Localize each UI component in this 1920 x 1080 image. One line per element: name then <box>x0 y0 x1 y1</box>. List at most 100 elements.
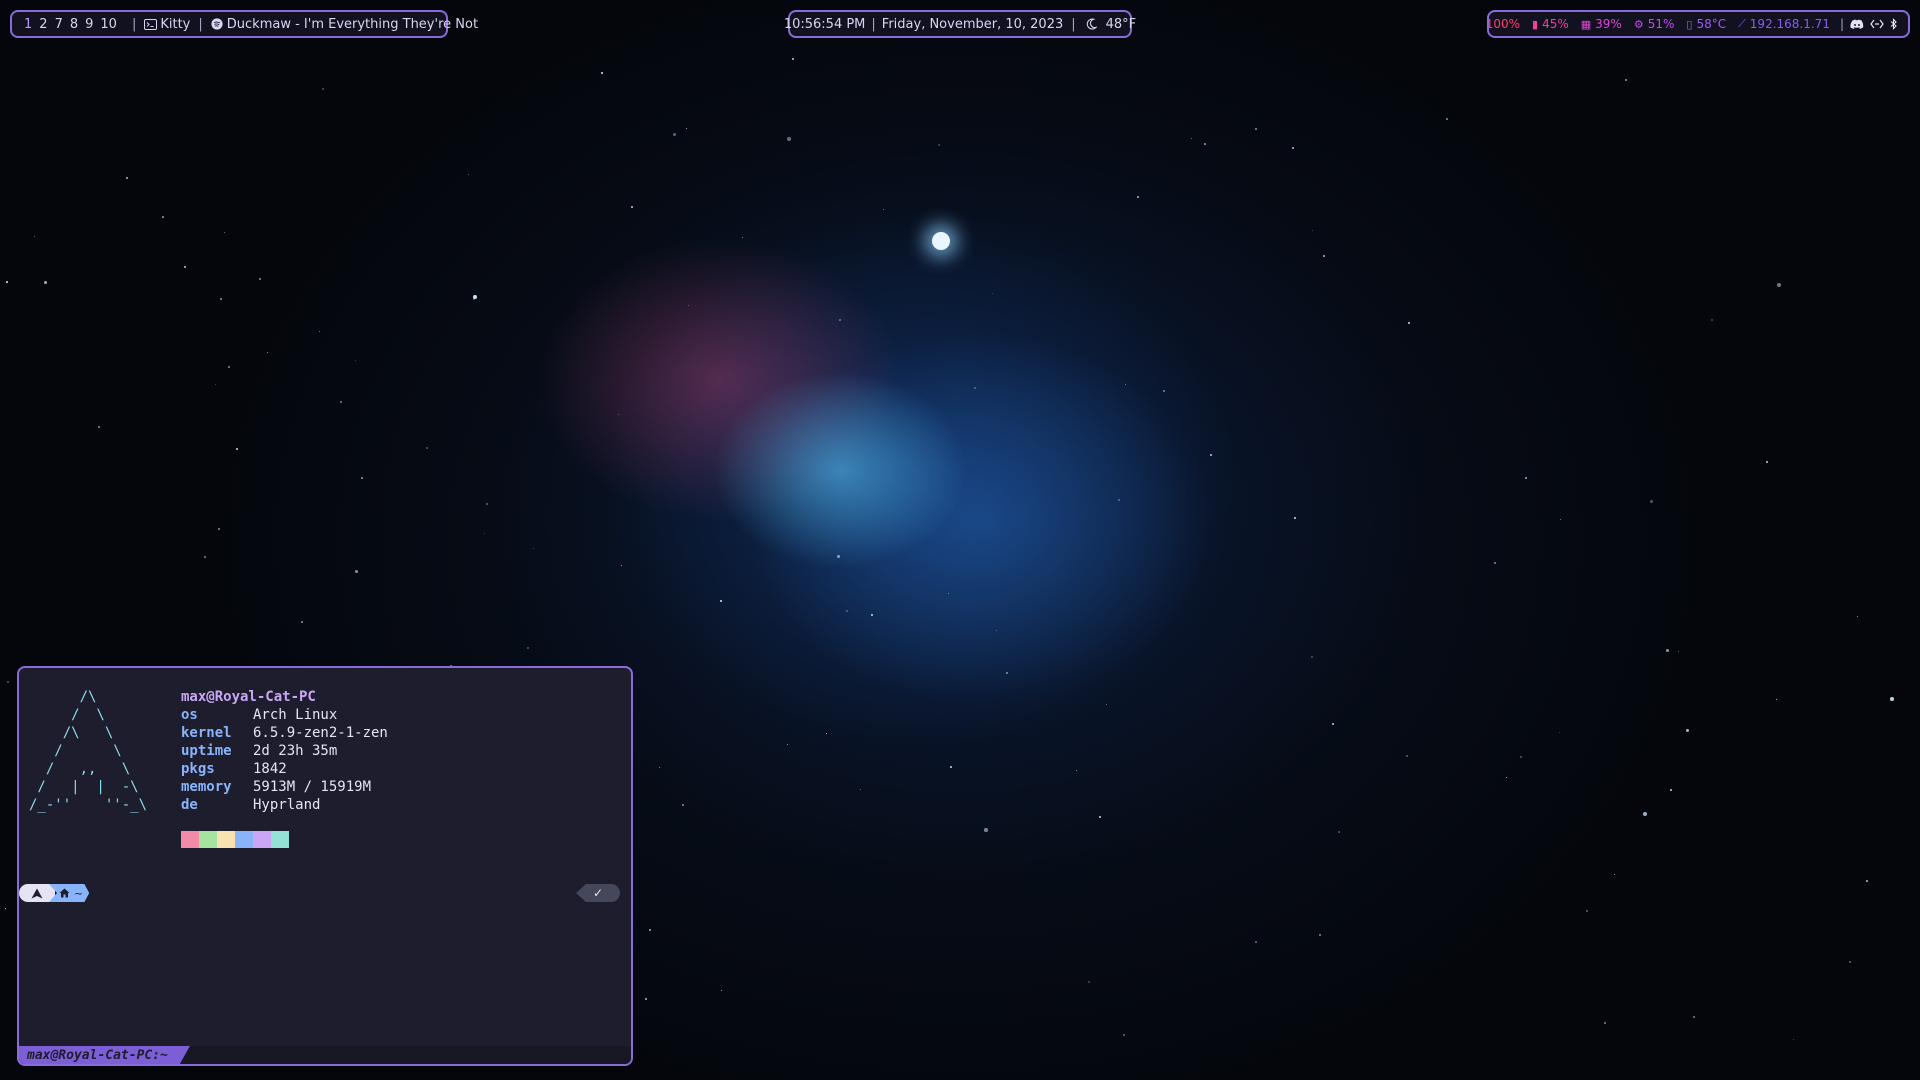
palette-swatch <box>199 831 217 848</box>
memory-value: 39% <box>1595 17 1622 31</box>
workspace-button[interactable]: 9 <box>85 17 93 32</box>
clock-date: Friday, November, 10, 2023 <box>881 16 1064 32</box>
star <box>355 570 358 573</box>
workspace-module: 1 2 7 8 9 10 | Kitty | Duckmaw - I'm Everythi… <box>10 10 478 38</box>
color-palette <box>181 831 289 848</box>
palette-swatch <box>253 831 271 848</box>
prompt-path: ~ <box>74 886 84 900</box>
spotify-icon <box>211 18 223 30</box>
star <box>673 133 676 136</box>
star <box>860 789 861 790</box>
star <box>1338 831 1340 833</box>
moon-icon <box>1086 18 1097 30</box>
fetch-rows: os Arch Linux kernel 6.5.9-zen2-1-zen uptime… <box>181 706 388 814</box>
battery-value: 45% <box>1542 17 1569 31</box>
star <box>1191 138 1192 139</box>
star <box>1586 910 1588 912</box>
workspace-button[interactable]: 8 <box>70 17 78 32</box>
star <box>486 503 488 505</box>
discord-icon[interactable] <box>1850 19 1864 30</box>
battery-icon: ▮ <box>1532 17 1539 31</box>
prompt-path-segment: ~ <box>49 884 90 902</box>
star <box>649 929 651 931</box>
star <box>720 600 722 602</box>
workspace-button[interactable]: 10 <box>100 17 117 32</box>
fetch-value: Arch Linux <box>253 707 338 723</box>
star <box>259 278 261 280</box>
arch-logo-ascii: /\ / \ /\ \ / \ / ,, \ / | | -\ /_-'' ''… <box>29 689 148 813</box>
media-title[interactable]: Duckmaw - I'm Everything They're Not <box>227 17 478 32</box>
star <box>126 177 128 179</box>
system-stats-module: 100% ▮ 45% ▦ 39% ⚙ 51% ▯ 58°C ⟋ 192.168.… <box>1486 10 1910 38</box>
fetch-row: os Arch Linux <box>181 706 388 724</box>
home-icon <box>59 888 70 898</box>
star <box>1099 816 1101 818</box>
network-stat[interactable]: ⟋ 192.168.1.71 <box>1738 17 1830 31</box>
fetch-host: max@Royal-Cat-PC <box>181 689 316 705</box>
star <box>220 298 222 300</box>
star <box>7 681 9 683</box>
bright-star <box>932 232 950 250</box>
memory-stat: ▦ 39% <box>1581 17 1622 31</box>
separator: | <box>131 16 137 32</box>
star <box>682 804 684 806</box>
workspace-button[interactable]: 1 <box>24 17 32 32</box>
fetch-value: 6.5.9-zen2-1-zen <box>253 725 388 741</box>
volume-stat[interactable]: 100% <box>1486 17 1520 31</box>
clock-time: 10:56:54 PM <box>783 16 866 32</box>
star <box>792 58 794 60</box>
workspace-button[interactable]: 2 <box>39 17 47 32</box>
network-icon: ⟋ <box>1738 17 1746 30</box>
workspace-button[interactable]: 7 <box>55 17 63 32</box>
star <box>44 281 47 284</box>
ip-value: 192.168.1.71 <box>1749 17 1830 31</box>
fetch-row: uptime 2d 23h 35m <box>181 742 388 760</box>
star <box>950 766 952 768</box>
star <box>6 281 8 283</box>
star <box>228 366 230 368</box>
fetch-row: kernel 6.5.9-zen2-1-zen <box>181 724 388 742</box>
fetch-value: 5913M / 15919M <box>253 779 372 795</box>
separator: | <box>1839 17 1844 31</box>
palette-swatch <box>271 831 289 848</box>
terminal-window[interactable]: /\ / \ /\ \ / \ / ,, \ / | | -\ /_-'' ''… <box>17 666 633 1066</box>
fetch-key: pkgs <box>181 761 215 777</box>
palette-swatch <box>181 831 199 848</box>
thermometer-icon: ▯ <box>1686 17 1693 31</box>
fetch-row: memory 5913M / 15919M <box>181 778 388 796</box>
terminal-tab[interactable]: max@Royal-Cat-PC:~ <box>19 1046 190 1064</box>
star <box>1408 322 1411 325</box>
arch-icon <box>19 884 55 902</box>
star <box>974 387 976 389</box>
star <box>301 621 303 623</box>
star <box>601 72 603 74</box>
fetch-row: de Hyprland <box>181 796 388 814</box>
star <box>1255 941 1257 943</box>
fetch-info: max@Royal-Cat-PC os Arch Linux kernel 6.5.9… <box>181 688 388 814</box>
code-icon[interactable] <box>1870 19 1884 29</box>
fetch-row: pkgs 1842 <box>181 760 388 778</box>
active-window-title[interactable]: Kitty <box>160 17 190 32</box>
star <box>1890 697 1894 701</box>
volume-value: 100% <box>1485 17 1521 31</box>
palette-swatch <box>235 831 253 848</box>
star <box>1693 1016 1695 1018</box>
fetch-key: memory <box>181 779 232 795</box>
star <box>1118 499 1120 501</box>
memory-icon: ▦ <box>1580 17 1592 31</box>
palette-swatch <box>217 831 235 848</box>
star <box>426 447 428 449</box>
fetch-value: Hyprland <box>253 797 321 813</box>
weather-temp: 48°F <box>1105 16 1137 32</box>
bluetooth-icon[interactable] <box>1890 18 1898 30</box>
temperature-value: 58°C <box>1696 17 1727 31</box>
star <box>1006 672 1008 674</box>
star <box>839 319 841 321</box>
cpu-stat: ⚙ 51% <box>1634 17 1675 31</box>
star <box>1204 143 1206 145</box>
star <box>34 236 35 237</box>
clock-module[interactable]: 10:56:54 PM | Friday, November, 10, 2023… <box>784 10 1136 38</box>
star <box>473 295 477 299</box>
star <box>938 144 940 146</box>
star <box>236 448 238 450</box>
